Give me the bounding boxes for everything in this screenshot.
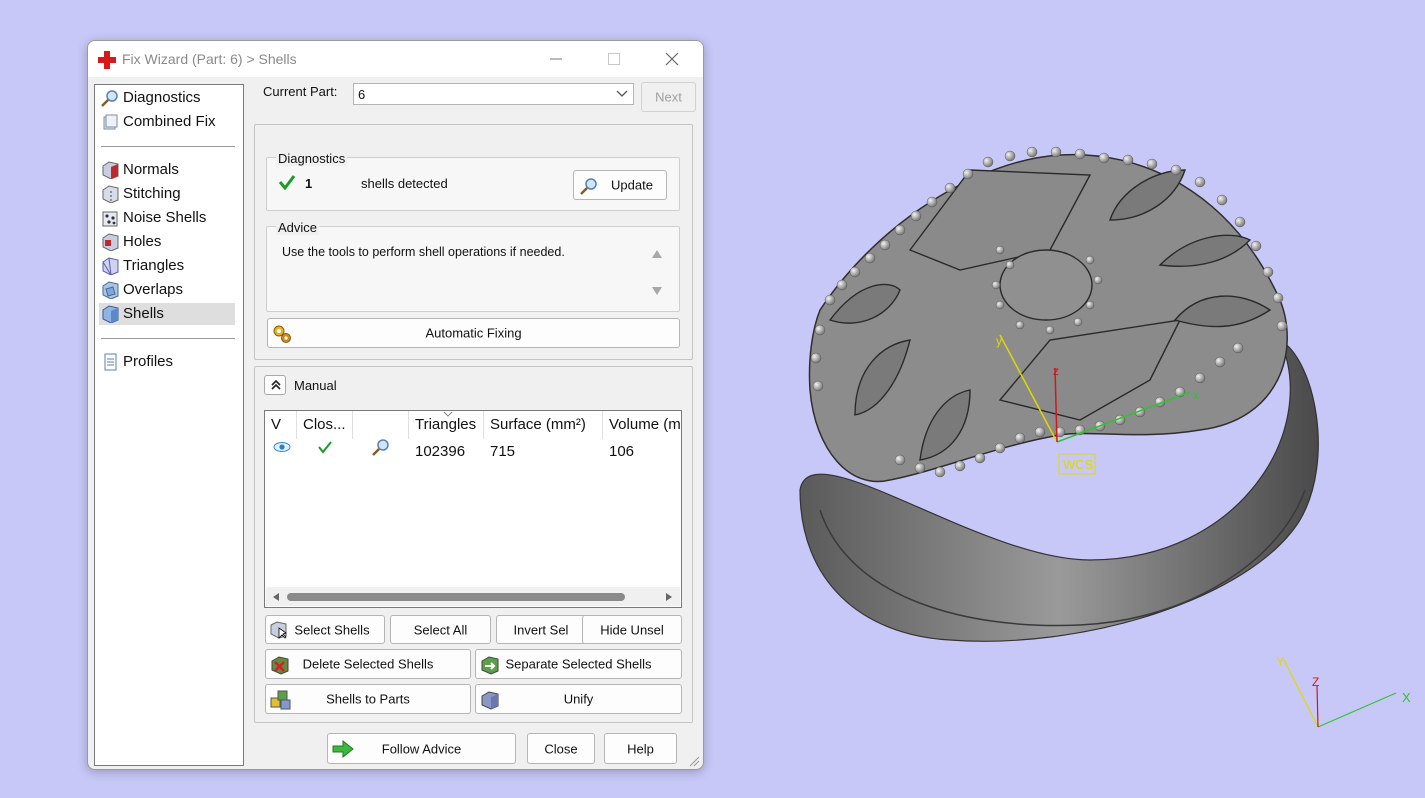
nav-divider xyxy=(101,146,235,147)
resize-grip-icon[interactable] xyxy=(688,755,700,767)
nav-item-triangles[interactable]: Triangles xyxy=(99,255,235,277)
window-title: Fix Wizard (Part: 6) > Shells xyxy=(122,51,297,67)
minimize-icon xyxy=(550,58,562,60)
profiles-icon xyxy=(104,353,117,371)
nav-item-shells[interactable]: Shells xyxy=(99,303,235,325)
chevron-up-double-icon xyxy=(271,379,281,390)
advice-text: Use the tools to perform shell operation… xyxy=(282,245,565,259)
shells-to-parts-button[interactable]: Shells to Parts xyxy=(265,684,471,714)
triad-z-axis xyxy=(1316,685,1319,728)
wcs-y-label: y xyxy=(996,334,1002,348)
manual-title: Manual xyxy=(294,378,337,393)
magnifier-icon xyxy=(101,90,118,107)
shells-icon xyxy=(102,305,119,323)
help-button[interactable]: Help xyxy=(604,733,677,764)
advice-text-area[interactable]: Use the tools to perform shell operation… xyxy=(274,241,666,301)
wizard-nav-panel: Diagnostics Combined Fix Normals Stitchi… xyxy=(94,84,244,766)
select-shells-button[interactable]: Select Shells xyxy=(265,615,385,644)
horizontal-scrollbar[interactable] xyxy=(266,587,680,606)
combined-fix-icon xyxy=(103,114,118,130)
app-logo-icon xyxy=(98,51,116,69)
triad-x-label: X xyxy=(1402,690,1411,705)
maximize-icon xyxy=(608,53,620,65)
cell-triangles: 102396 xyxy=(415,443,466,460)
hide-unselected-button[interactable]: Hide Unsel xyxy=(582,615,682,644)
column-header-surface[interactable]: Surface (mm²) xyxy=(484,411,603,439)
separate-selected-shells-button[interactable]: Separate Selected Shells xyxy=(475,649,682,679)
scroll-up-icon[interactable] xyxy=(651,249,663,259)
fix-wizard-dialog: Fix Wizard (Part: 6) > Shells Diagnostic… xyxy=(87,40,704,770)
select-all-button[interactable]: Select All xyxy=(390,615,491,644)
nav-item-profiles[interactable]: Profiles xyxy=(99,351,235,373)
magnifier-icon xyxy=(580,178,597,195)
stitching-icon xyxy=(102,185,119,203)
close-window-button[interactable] xyxy=(649,45,695,73)
chevron-down-icon xyxy=(616,90,628,97)
triad-x-axis xyxy=(1317,692,1397,728)
overlaps-icon xyxy=(102,281,119,299)
scroll-down-icon[interactable] xyxy=(651,286,663,296)
current-part-value: 6 xyxy=(358,87,366,102)
diagnostics-title: Diagnostics xyxy=(276,151,348,166)
shell-count: 1 xyxy=(305,176,313,191)
sort-indicator-icon xyxy=(443,411,453,417)
wcs-x-label: x xyxy=(1193,388,1199,402)
wcs-z-label: z xyxy=(1053,364,1059,378)
delete-selected-shells-button[interactable]: Delete Selected Shells xyxy=(265,649,471,679)
column-header-inspect[interactable] xyxy=(353,411,409,439)
minimize-button[interactable] xyxy=(533,45,579,73)
noise-shells-icon xyxy=(102,211,118,227)
nav-item-overlaps[interactable]: Overlaps xyxy=(99,279,235,301)
nav-item-stitching[interactable]: Stitching xyxy=(99,183,235,205)
check-icon xyxy=(278,175,296,190)
advice-title: Advice xyxy=(276,220,320,235)
nav-item-diagnostics[interactable]: Diagnostics xyxy=(99,87,235,109)
current-part-label: Current Part: xyxy=(263,84,338,99)
unify-button[interactable]: Unify xyxy=(475,684,682,714)
holes-icon xyxy=(102,233,119,251)
column-header-closed[interactable]: Clos... xyxy=(297,411,353,439)
current-part-select[interactable]: 6 xyxy=(353,83,634,105)
check-icon xyxy=(318,441,332,454)
collapse-manual-button[interactable] xyxy=(264,375,286,395)
triad-y-label: Y xyxy=(1276,654,1285,669)
normals-icon xyxy=(102,161,119,179)
diagnostics-status: shells detected xyxy=(361,176,448,191)
cell-surface: 715 xyxy=(490,443,516,460)
column-header-visible[interactable]: V xyxy=(265,411,297,439)
follow-advice-button[interactable]: Follow Advice xyxy=(327,733,516,764)
magnifier-icon[interactable] xyxy=(372,438,390,456)
close-button[interactable]: Close xyxy=(527,733,595,764)
scroll-left-icon[interactable] xyxy=(272,592,280,602)
triangles-icon xyxy=(102,257,119,275)
nav-item-noise-shells[interactable]: Noise Shells xyxy=(99,207,235,229)
nav-item-combined-fix[interactable]: Combined Fix xyxy=(99,111,235,133)
eye-icon[interactable] xyxy=(273,441,291,453)
shells-table[interactable]: V Clos... Triangles Surface (mm²) Volume… xyxy=(264,410,682,608)
nav-divider xyxy=(101,338,235,339)
scrollbar-thumb[interactable] xyxy=(287,593,625,601)
title-bar[interactable]: Fix Wizard (Part: 6) > Shells xyxy=(88,41,703,77)
ring-model-3d[interactable]: y x z WCS xyxy=(760,130,1360,670)
column-header-volume[interactable]: Volume (m xyxy=(603,411,681,439)
wcs-label: WCS xyxy=(1063,457,1094,472)
axis-triad: Y X Z xyxy=(1276,654,1411,728)
cell-volume: 106 xyxy=(609,443,635,460)
next-button[interactable]: Next xyxy=(641,82,696,112)
close-icon xyxy=(665,52,679,66)
nav-item-holes[interactable]: Holes xyxy=(99,231,235,253)
triad-y-axis xyxy=(1283,659,1319,728)
scroll-right-icon[interactable] xyxy=(665,592,673,602)
triad-z-label: Z xyxy=(1312,675,1319,689)
invert-selection-button[interactable]: Invert Sel xyxy=(496,615,586,644)
maximize-button[interactable] xyxy=(591,45,637,73)
automatic-fixing-button[interactable]: Automatic Fixing xyxy=(267,318,680,348)
nav-item-normals[interactable]: Normals xyxy=(99,159,235,181)
update-button[interactable]: Update xyxy=(573,170,667,200)
